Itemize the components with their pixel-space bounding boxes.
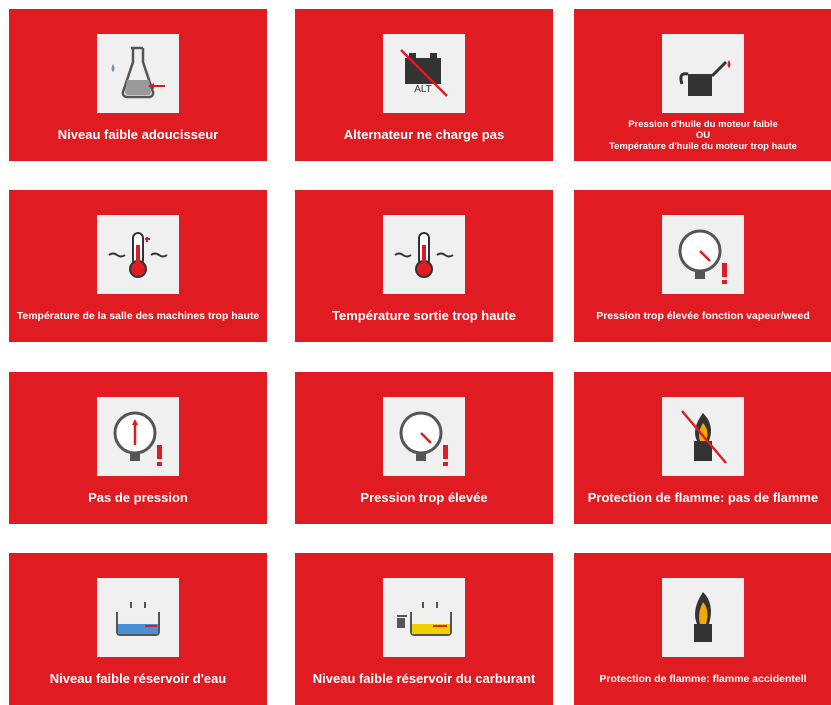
alarm-label: Protection de flamme: pas de flamme <box>587 490 819 505</box>
softener-icon <box>97 34 179 113</box>
flame-icon <box>662 578 744 657</box>
alarm-card-accidental-flame[interactable]: Protection de flamme: flamme accidentell <box>574 553 831 705</box>
alarm-label: Niveau faible réservoir du carburant <box>312 671 536 686</box>
alarm-card-high-pressure[interactable]: Pression trop élevée <box>295 372 553 524</box>
alternator-icon: ALT <box>383 34 465 113</box>
alarm-card-steam-pressure[interactable]: Pression trop élevée fonction vapeur/wee… <box>574 190 831 342</box>
alarm-label: Niveau faible réservoir d'eau <box>49 671 227 686</box>
alarm-line: Température d'huile du moteur trop haute <box>609 141 797 152</box>
oil-can-icon <box>662 34 744 113</box>
alarm-card-outlet-temp[interactable]: Température sortie trop haute <box>295 190 553 342</box>
thermometer-icon <box>97 215 179 294</box>
alarm-label: Niveau faible adoucisseur <box>57 127 219 142</box>
alarm-label: Pression trop élevée fonction vapeur/wee… <box>596 310 810 322</box>
alarm-card-engine-room-temp[interactable]: Température de la salle des machines tro… <box>9 190 267 342</box>
alarm-card-water-tank[interactable]: Niveau faible réservoir d'eau <box>9 553 267 705</box>
pressure-gauge-icon <box>97 397 179 476</box>
alarm-card-oil-pressure[interactable]: Pression d'huile du moteur faible OU Tem… <box>574 9 831 161</box>
alarm-label-multiline: Pression d'huile du moteur faible OU Tem… <box>574 119 831 152</box>
alarm-label: Température de la salle des machines tro… <box>16 310 260 322</box>
alarm-line: OU <box>695 130 711 141</box>
alarm-card-no-flame[interactable]: Protection de flamme: pas de flamme <box>574 372 831 524</box>
alarm-card-alternator[interactable]: ALT Alternateur ne charge pas <box>295 9 553 161</box>
alarm-label: Pression trop élevée <box>360 490 488 505</box>
water-tank-icon <box>97 578 179 657</box>
alarm-label: Alternateur ne charge pas <box>343 127 505 142</box>
alarm-card-no-pressure[interactable]: Pas de pression <box>9 372 267 524</box>
alarm-label: Température sortie trop haute <box>332 308 516 323</box>
alarm-label: Pas de pression <box>88 490 188 505</box>
alarm-card-softener[interactable]: Niveau faible adoucisseur <box>9 9 267 161</box>
thermometer-icon <box>383 215 465 294</box>
pressure-gauge-icon <box>383 397 465 476</box>
alternator-label: ALT <box>414 84 432 95</box>
pressure-gauge-icon <box>662 215 744 294</box>
alarm-card-fuel-tank[interactable]: Niveau faible réservoir du carburant <box>295 553 553 705</box>
alarm-line: Pression d'huile du moteur faible <box>628 119 778 130</box>
no-flame-icon <box>662 397 744 476</box>
alarm-label: Protection de flamme: flamme accidentell <box>599 673 807 685</box>
fuel-tank-icon <box>383 578 465 657</box>
